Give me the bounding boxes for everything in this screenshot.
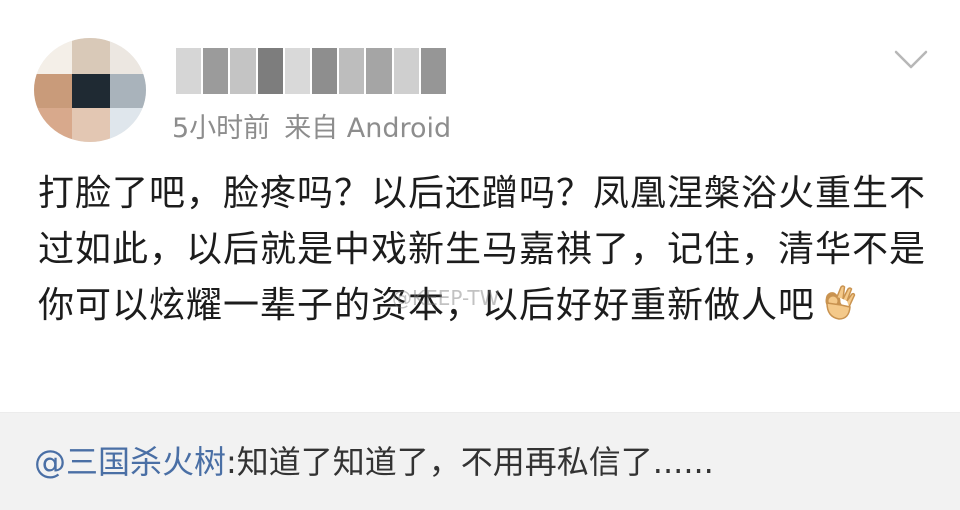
comment-text: :知道了知道了，不用再私信了...... (226, 443, 714, 481)
username-redacted[interactable] (176, 48, 447, 94)
ok-hand-icon (825, 285, 856, 320)
post-time: 5小时前 (172, 113, 271, 144)
comment: @三国杀火树:知道了知道了，不用再私信了...... (34, 437, 714, 483)
avatar[interactable] (34, 38, 146, 142)
post-source: 来自 Android (284, 113, 452, 144)
weibo-post: 5小时前 来自 Android 打脸了吧，脸疼吗？以后还蹭吗？凤凰涅槃浴火重生不过… (0, 0, 960, 510)
chevron-down-icon[interactable] (893, 48, 929, 72)
watermark: @KEEP-TW (392, 286, 500, 310)
comment-box[interactable]: @三国杀火树:知道了知道了，不用再私信了...... (0, 412, 960, 510)
comment-mention[interactable]: @三国杀火树 (34, 443, 226, 481)
post-meta: 5小时前 来自 Android (172, 106, 451, 145)
